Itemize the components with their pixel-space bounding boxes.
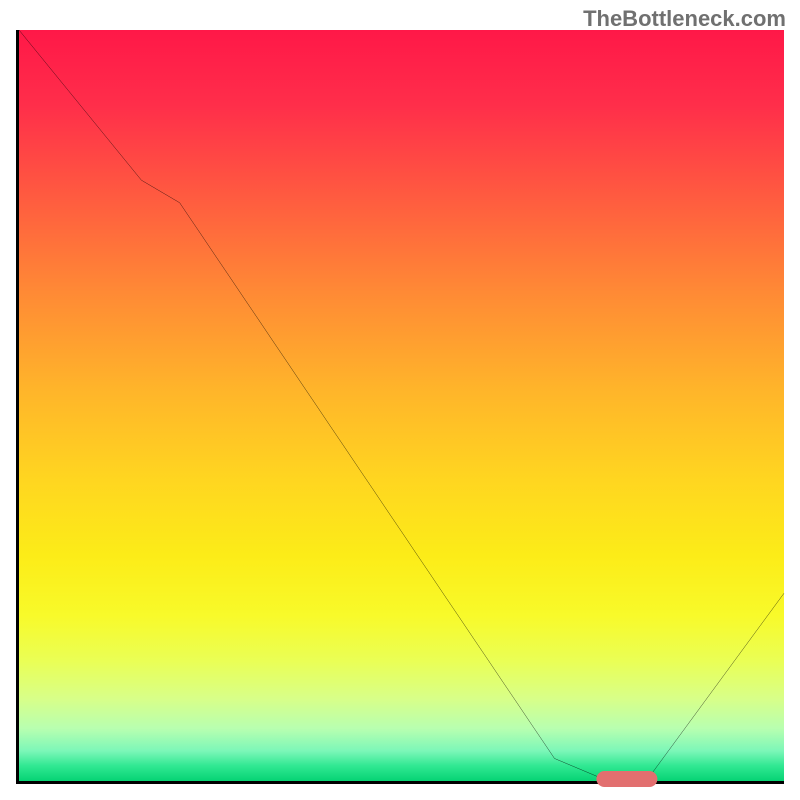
bottleneck-curve-path bbox=[19, 30, 784, 781]
chart-plot-area bbox=[16, 30, 784, 784]
optimal-range-marker bbox=[597, 771, 658, 787]
watermark-text: TheBottleneck.com bbox=[583, 6, 786, 32]
chart-curve bbox=[19, 30, 784, 781]
